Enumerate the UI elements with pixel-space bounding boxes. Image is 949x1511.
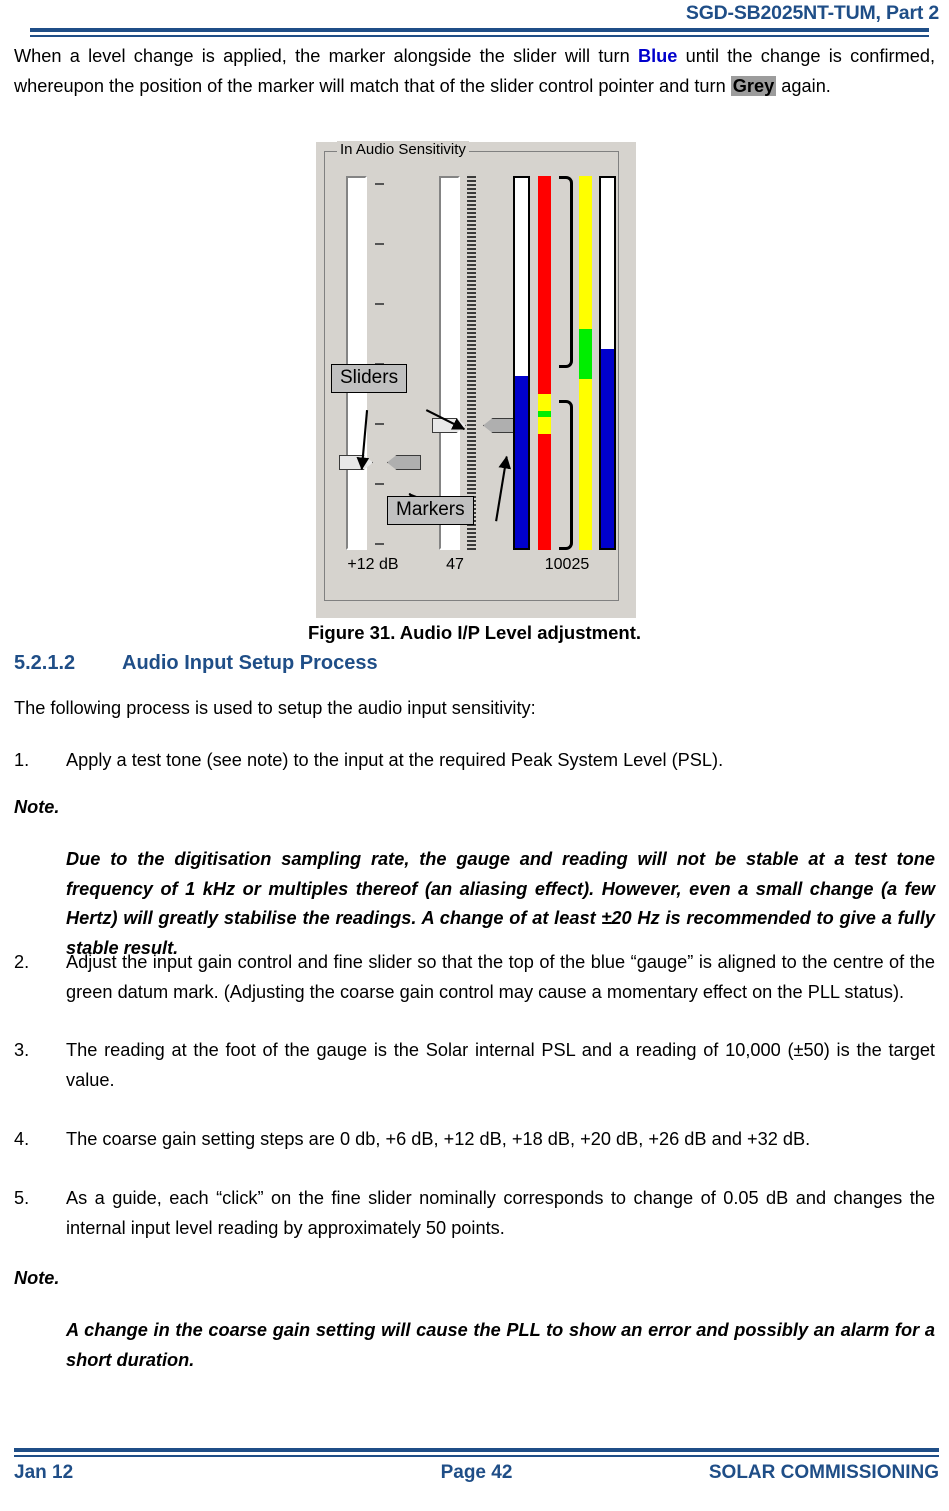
step-number-2: 2.	[14, 952, 30, 972]
footer-rule-thin	[14, 1455, 939, 1457]
step-item-3: 3. The reading at the foot of the gauge i…	[14, 1036, 935, 1095]
footer-rule-thick	[14, 1448, 939, 1452]
scale-bar-yellow-upper	[538, 394, 551, 411]
coarse-gain-slider-trough[interactable]	[346, 176, 367, 550]
slider-tick	[375, 543, 384, 545]
footer-row: Jan 12 Page 42 SOLAR COMMISSIONING	[14, 1462, 939, 1484]
target-bar-yellow	[579, 176, 592, 550]
zone-bracket-upper	[559, 176, 573, 368]
intro-text-part1: When a level change is applied, the mark…	[14, 46, 638, 66]
intro-paragraph: When a level change is applied, the mark…	[14, 42, 935, 101]
step-item-4: 4. The coarse gain setting steps are 0 db…	[14, 1125, 935, 1155]
secondary-gauge-blue-fill	[601, 349, 614, 548]
groupbox-title: In Audio Sensitivity	[337, 141, 469, 158]
audio-sensitivity-screenshot: In Audio Sensitivity +12 dB 47 10025 Sli…	[316, 141, 636, 618]
note-body-1: Due to the digitisation sampling rate, t…	[66, 849, 935, 958]
figure-caption: Figure 31. Audio I/P Level adjustment.	[307, 622, 642, 643]
section-heading: 5.2.1.2 Audio Input Setup Process	[14, 652, 378, 675]
slider-tick	[375, 243, 384, 245]
fine-slider-tick-column	[467, 176, 478, 550]
step-item-5: 5. As a guide, each “click” on the fine s…	[14, 1184, 935, 1243]
step-text-5: As a guide, each “click” on the fine sli…	[66, 1188, 935, 1238]
fine-tick-strip	[467, 176, 476, 550]
step-number-1: 1.	[14, 750, 30, 770]
step-text-1: Apply a test tone (see note) to the inpu…	[66, 750, 724, 770]
callout-sliders: Sliders	[331, 364, 408, 393]
document-page: SGD-SB2025NT-TUM, Part 2 When a level ch…	[0, 0, 949, 1511]
header-rule-thin	[30, 35, 929, 37]
section-number: 5.2.1.2	[14, 652, 76, 674]
note-label-1: Note.	[14, 797, 60, 817]
intro-paragraph-block: When a level change is applied, the mark…	[14, 42, 935, 101]
in-audio-sensitivity-groupbox: In Audio Sensitivity +12 dB 47 10025 Sli…	[324, 141, 619, 601]
slider-tick	[375, 183, 384, 185]
fine-slider-thumb[interactable]	[432, 418, 466, 433]
zone-bracket-lower	[559, 400, 573, 550]
step-number-4: 4.	[14, 1129, 30, 1149]
intro-text-part3: again.	[776, 75, 831, 96]
slider-tick	[375, 303, 384, 305]
fine-slider-marker	[483, 418, 517, 433]
step-item-2: 2. Adjust the input gain control and fine…	[14, 948, 935, 1007]
target-bar-green-segment	[579, 329, 592, 379]
step-item-1: 1. Apply a test tone (see note) to the in…	[14, 746, 935, 776]
intro-blue-keyword: Blue	[637, 46, 678, 66]
intro-grey-keyword: Grey	[730, 75, 777, 96]
level-gauge-blue-fill	[515, 376, 528, 548]
step-text-3: The reading at the foot of the gauge is …	[66, 1040, 935, 1090]
section-title: Audio Input Setup Process	[122, 652, 378, 674]
footer-page-number: Page 42	[440, 1462, 513, 1483]
coarse-slider-tick-column	[375, 176, 387, 550]
slider-tick	[375, 423, 384, 425]
callout-markers: Markers	[387, 496, 474, 525]
page-header: SGD-SB2025NT-TUM, Part 2	[16, 2, 939, 37]
internal-level-reading-label: 10025	[544, 556, 590, 573]
step-text-4: The coarse gain setting steps are 0 db, …	[66, 1129, 811, 1149]
secondary-gauge-bar	[599, 176, 616, 550]
lead-in-paragraph: The following process is used to setup t…	[14, 698, 536, 718]
coarse-slider-thumb[interactable]	[339, 455, 373, 470]
level-gauge-bar	[513, 176, 530, 550]
scale-bar-yellow-lower	[538, 417, 551, 434]
note-label-2: Note.	[14, 1268, 60, 1288]
header-document-title: SGD-SB2025NT-TUM, Part 2	[685, 2, 939, 24]
page-footer: Jan 12 Page 42 SOLAR COMMISSIONING	[0, 1448, 949, 1508]
coarse-slider-marker	[387, 455, 421, 470]
slider-tick	[375, 483, 384, 485]
step-text-2: Adjust the input gain control and fine s…	[66, 952, 935, 1002]
fine-gain-slider-trough[interactable]	[439, 176, 460, 550]
step-number-3: 3.	[14, 1040, 30, 1060]
step-number-5: 5.	[14, 1188, 30, 1208]
fine-gain-value-label: 47	[446, 556, 464, 573]
note-body-2: A change in the coarse gain setting will…	[66, 1320, 935, 1370]
scale-bar-red	[538, 176, 551, 550]
header-rule-thick	[30, 28, 929, 32]
coarse-gain-value-label: +12 dB	[347, 556, 399, 573]
